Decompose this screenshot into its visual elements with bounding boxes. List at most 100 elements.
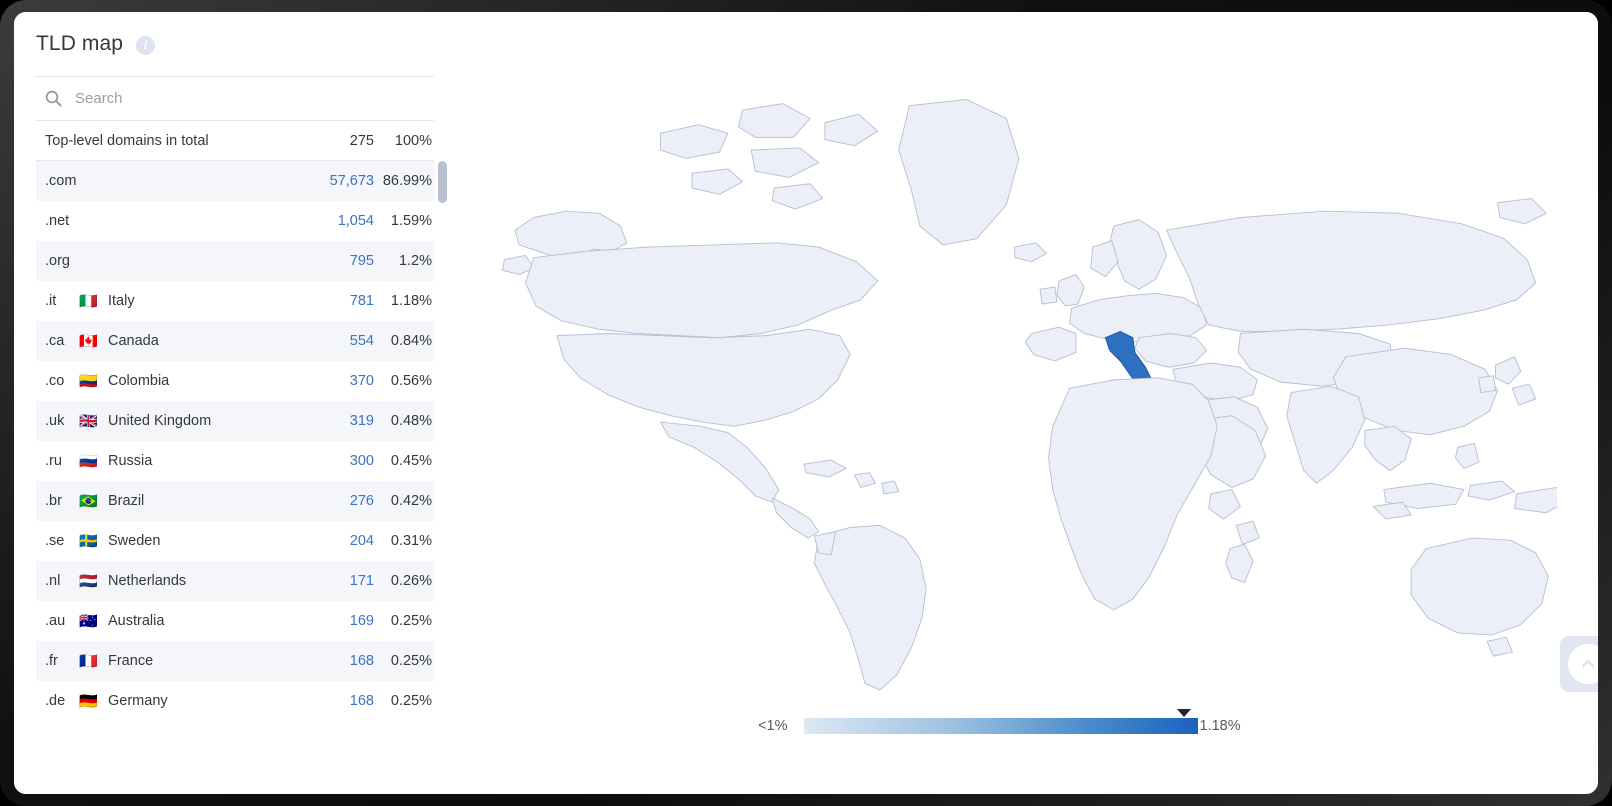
map-landmasses (502, 98, 1557, 691)
scroll-to-top-button[interactable] (1560, 636, 1598, 692)
list-scrollbar[interactable] (438, 161, 447, 734)
row-tld: .se (45, 533, 65, 549)
row-tld: .it (45, 293, 57, 309)
row-count: 319 (349, 413, 374, 429)
row-flag-icon: 🇨🇦 (79, 331, 98, 350)
row-percent: 1.59% (390, 213, 432, 229)
scroll-to-top-circle (1568, 644, 1598, 684)
row-percent: 0.48% (390, 413, 432, 429)
table-row[interactable]: .it 🇮🇹 Italy 781 1.18% (36, 281, 434, 321)
row-count: 169 (349, 613, 374, 629)
row-count: 1,054 (337, 213, 374, 229)
row-flag-icon: 🇬🇧 (79, 411, 98, 430)
map-legend: <1% 1.18% (747, 709, 1267, 740)
search-input[interactable] (75, 90, 405, 107)
row-flag-icon: 🇧🇷 (79, 491, 98, 510)
info-icon[interactable]: i (136, 35, 156, 55)
legend-bar-wrapper (803, 709, 1198, 734)
row-count: 204 (349, 533, 374, 549)
row-percent: 86.99% (382, 173, 432, 189)
row-tld: .br (45, 493, 62, 509)
row-tld: .au (45, 613, 66, 629)
row-country: Italy (108, 293, 135, 309)
row-count: 168 (349, 653, 374, 669)
row-percent: 0.25% (390, 653, 432, 669)
row-country: Canada (108, 333, 159, 349)
row-count: 276 (349, 493, 374, 509)
row-flag-icon: 🇷🇺 (79, 451, 98, 470)
search-icon[interactable] (45, 90, 62, 107)
legend-max-label: 1.18% (1199, 718, 1241, 734)
row-percent: 0.25% (390, 613, 432, 629)
row-percent: 0.26% (390, 573, 432, 589)
row-count: 171 (349, 573, 374, 589)
app-screen: TLD map i Top-level domains in total 275… (14, 12, 1598, 794)
row-country: Sweden (108, 533, 161, 549)
device-frame: TLD map i Top-level domains in total 275… (0, 0, 1612, 806)
table-row[interactable]: .nl 🇳🇱 Netherlands 171 0.26% (36, 561, 434, 601)
row-tld: .net (45, 213, 70, 229)
row-percent: 0.56% (390, 373, 432, 389)
row-flag-icon: 🇮🇹 (79, 291, 98, 310)
row-country: Colombia (108, 373, 170, 389)
row-count: 168 (349, 693, 374, 709)
row-flag-icon: 🇨🇴 (79, 371, 98, 390)
chevron-up-icon (1581, 659, 1595, 668)
panel-header: TLD map i (14, 12, 447, 76)
row-count: 300 (349, 453, 374, 469)
row-flag-icon: 🇳🇱 (79, 571, 98, 590)
table-row[interactable]: .net 1,054 1.59% (36, 201, 434, 241)
row-flag-icon: 🇦🇺 (79, 611, 98, 630)
row-flag-icon: 🇸🇪 (79, 531, 98, 550)
row-tld: .de (45, 693, 66, 709)
legend-marker-triangle-icon (1176, 709, 1191, 717)
row-percent: 1.18% (390, 293, 432, 309)
row-percent: 0.42% (390, 493, 432, 509)
tld-list: .com 57,673 86.99% .net 1,054 1.59% .org 795 1.2… (36, 161, 446, 734)
map-area: <1% 1.18% (447, 12, 1598, 794)
row-percent: 0.84% (390, 333, 432, 349)
legend-gradient-bar[interactable] (803, 718, 1198, 734)
row-count: 57,673 (329, 173, 374, 189)
row-tld: .com (45, 173, 77, 189)
row-percent: 0.25% (390, 693, 432, 709)
row-tld: .org (45, 253, 70, 269)
table-row[interactable]: .au 🇦🇺 Australia 169 0.25% (36, 601, 434, 641)
row-percent: 1.2% (398, 253, 432, 269)
total-label: Top-level domains in total (45, 132, 209, 149)
total-count: 275 (349, 132, 374, 149)
row-tld: .co (45, 373, 65, 389)
row-tld: .uk (45, 413, 65, 429)
table-row[interactable]: .de 🇩🇪 Germany 168 0.25% (36, 681, 434, 721)
table-row[interactable]: .fr 🇫🇷 France 168 0.25% (36, 641, 434, 681)
row-country: Germany (108, 693, 168, 709)
search-row (36, 77, 434, 120)
table-row[interactable]: .uk 🇬🇧 United Kingdom 319 0.48% (36, 401, 434, 441)
row-count: 554 (349, 333, 374, 349)
table-row[interactable]: .br 🇧🇷 Brazil 276 0.42% (36, 481, 434, 521)
table-row[interactable]: .se 🇸🇪 Sweden 204 0.31% (36, 521, 434, 561)
row-country: France (108, 653, 154, 669)
row-percent: 0.31% (390, 533, 432, 549)
row-tld: .ru (45, 453, 62, 469)
table-row[interactable]: .co 🇨🇴 Colombia 370 0.56% (36, 361, 434, 401)
row-country: Russia (108, 453, 153, 469)
row-country: Australia (108, 613, 165, 629)
row-country: United Kingdom (108, 413, 212, 429)
total-percent: 100% (394, 132, 432, 149)
row-country: Brazil (108, 493, 145, 509)
tld-panel: TLD map i Top-level domains in total 275… (14, 12, 447, 794)
row-count: 781 (349, 293, 374, 309)
legend-min-label: <1% (758, 718, 788, 734)
row-flag-icon: 🇫🇷 (79, 651, 98, 670)
row-count: 795 (349, 253, 374, 269)
list-scrollbar-thumb[interactable] (438, 161, 447, 203)
world-map[interactable] (502, 72, 1557, 692)
row-tld: .nl (45, 573, 61, 589)
row-tld: .ca (45, 333, 65, 349)
table-row[interactable]: .org 795 1.2% (36, 241, 434, 281)
row-country: Netherlands (108, 573, 187, 589)
table-row[interactable]: .ca 🇨🇦 Canada 554 0.84% (36, 321, 434, 361)
table-row[interactable]: .com 57,673 86.99% (36, 161, 434, 201)
table-row[interactable]: .ru 🇷🇺 Russia 300 0.45% (36, 441, 434, 481)
